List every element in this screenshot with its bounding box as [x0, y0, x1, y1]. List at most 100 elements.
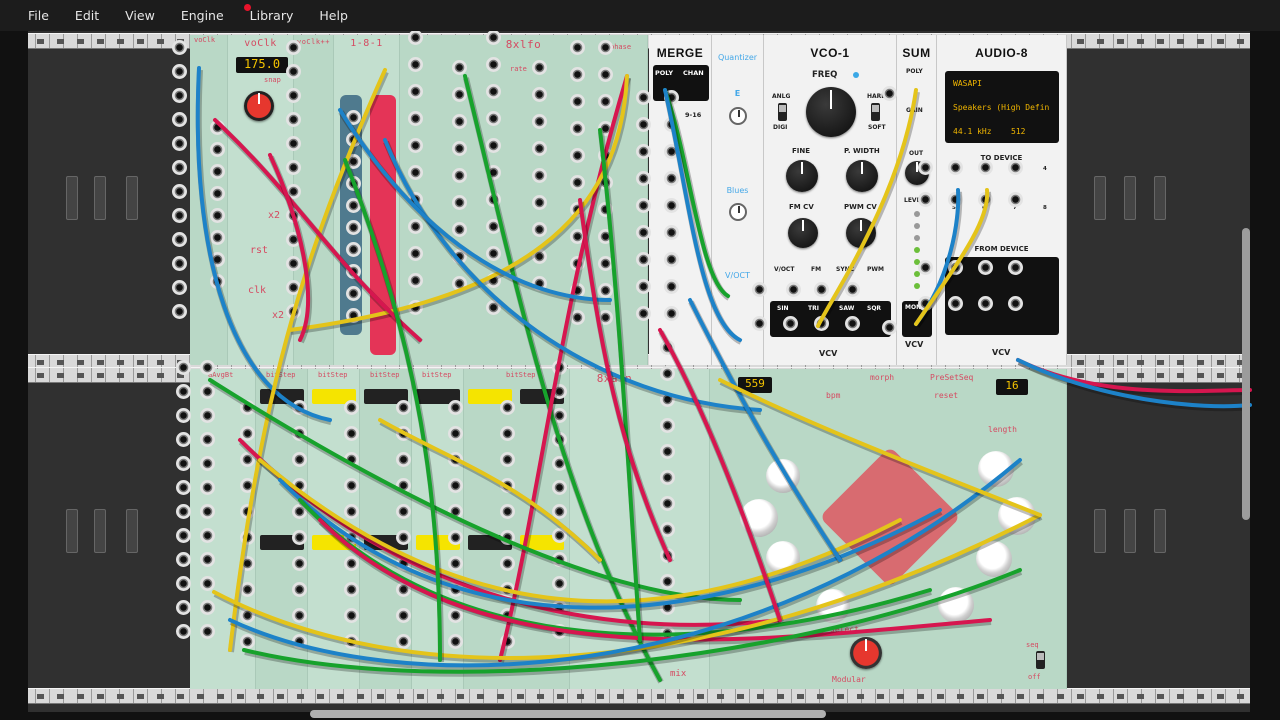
patch-jack[interactable]: [176, 480, 191, 495]
menu-file[interactable]: File: [28, 8, 49, 23]
patch-jack[interactable]: [210, 208, 225, 223]
module-voclk[interactable]: voClk 175.0 snap rst clk x2 x2: [228, 35, 294, 365]
patch-jack[interactable]: [978, 296, 993, 311]
patch-jack[interactable]: [552, 528, 567, 543]
patch-jack[interactable]: [598, 229, 613, 244]
tempo-knob[interactable]: [244, 91, 274, 121]
patch-jack[interactable]: [396, 478, 411, 493]
module-preset-seq[interactable]: 559 morph bpm reset PreSetSeq 16 length …: [710, 369, 1067, 689]
patch-jack[interactable]: [210, 142, 225, 157]
patch-jack[interactable]: [660, 470, 675, 485]
patch-jack[interactable]: [200, 408, 215, 423]
patch-jack[interactable]: [172, 40, 187, 55]
menu-engine[interactable]: Engine: [181, 8, 224, 23]
patch-jack[interactable]: [344, 530, 359, 545]
preset-knob[interactable]: [766, 459, 800, 493]
patch-jack[interactable]: [344, 504, 359, 519]
patch-jack[interactable]: [598, 148, 613, 163]
patch-jack[interactable]: [210, 164, 225, 179]
patch-jack[interactable]: [486, 84, 501, 99]
patch-jack[interactable]: [448, 452, 463, 467]
morph-pad[interactable]: [819, 446, 961, 588]
patch-jack[interactable]: [532, 87, 547, 102]
patch-jack[interactable]: [452, 60, 467, 75]
patch-jack[interactable]: [346, 308, 361, 323]
patch-jack[interactable]: [172, 184, 187, 199]
patch-jack[interactable]: [948, 160, 963, 175]
patch-jack[interactable]: [570, 67, 585, 82]
seq-off-switch[interactable]: [1036, 651, 1045, 669]
patch-jack[interactable]: [210, 120, 225, 135]
patch-jack[interactable]: [172, 136, 187, 151]
patch-jack[interactable]: [500, 400, 515, 415]
patch-jack[interactable]: [552, 360, 567, 375]
patch-jack[interactable]: [176, 408, 191, 423]
patch-jack[interactable]: [532, 195, 547, 210]
patch-jack[interactable]: [240, 478, 255, 493]
patch-jack[interactable]: [532, 276, 547, 291]
patch-jack[interactable]: [448, 556, 463, 571]
patch-jack[interactable]: [344, 478, 359, 493]
patch-jack[interactable]: [978, 260, 993, 275]
root-knob[interactable]: [729, 107, 747, 125]
patch-jack[interactable]: [660, 392, 675, 407]
patch-jack[interactable]: [292, 504, 307, 519]
patch-jack[interactable]: [346, 198, 361, 213]
patch-jack[interactable]: [978, 192, 993, 207]
scale-knob[interactable]: [729, 203, 747, 221]
patch-jack[interactable]: [346, 176, 361, 191]
patch-jack[interactable]: [292, 426, 307, 441]
patch-jack[interactable]: [210, 252, 225, 267]
patch-jack[interactable]: [978, 160, 993, 175]
patch-jack[interactable]: [664, 198, 679, 213]
patch-jack[interactable]: [452, 168, 467, 183]
patch-jack[interactable]: [918, 192, 933, 207]
patch-jack[interactable]: [176, 384, 191, 399]
preset-knob[interactable]: [816, 589, 850, 623]
patch-jack[interactable]: [176, 456, 191, 471]
patch-jack[interactable]: [396, 504, 411, 519]
patch-jack[interactable]: [344, 608, 359, 623]
patch-jack[interactable]: [636, 171, 651, 186]
patch-jack[interactable]: [500, 556, 515, 571]
patch-jack[interactable]: [570, 310, 585, 325]
patch-jack[interactable]: [210, 186, 225, 201]
patch-jack[interactable]: [344, 582, 359, 597]
menu-view[interactable]: View: [125, 8, 155, 23]
patch-jack[interactable]: [292, 634, 307, 649]
fine-knob[interactable]: [786, 160, 818, 192]
preset-knob[interactable]: [998, 497, 1036, 535]
patch-jack[interactable]: [346, 220, 361, 235]
patch-jack[interactable]: [486, 246, 501, 261]
patch-jack[interactable]: [408, 165, 423, 180]
patch-jack[interactable]: [176, 624, 191, 639]
patch-jack[interactable]: [598, 67, 613, 82]
patch-jack[interactable]: [660, 600, 675, 615]
patch-jack[interactable]: [452, 222, 467, 237]
patch-jack[interactable]: [660, 444, 675, 459]
patch-jack[interactable]: [752, 282, 767, 297]
patch-jack[interactable]: [200, 360, 215, 375]
patch-jack[interactable]: [292, 556, 307, 571]
patch-jack[interactable]: [1008, 296, 1023, 311]
patch-jack[interactable]: [570, 94, 585, 109]
patch-jack[interactable]: [660, 340, 675, 355]
patch-jack[interactable]: [292, 452, 307, 467]
sample-rate-select[interactable]: 44.1 kHz: [947, 121, 1007, 141]
patch-jack[interactable]: [552, 576, 567, 591]
patch-jack[interactable]: [292, 608, 307, 623]
patch-jack[interactable]: [570, 256, 585, 271]
patch-jack[interactable]: [210, 230, 225, 245]
patch-jack[interactable]: [532, 141, 547, 156]
patch-jack[interactable]: [292, 530, 307, 545]
patch-jack[interactable]: [346, 286, 361, 301]
patch-jack[interactable]: [500, 608, 515, 623]
patch-jack[interactable]: [240, 634, 255, 649]
preset-knob[interactable]: [740, 499, 778, 537]
patch-jack[interactable]: [882, 320, 897, 335]
patch-jack[interactable]: [344, 400, 359, 415]
patch-jack[interactable]: [200, 384, 215, 399]
patch-jack[interactable]: [240, 400, 255, 415]
patch-jack[interactable]: [408, 192, 423, 207]
patch-jack[interactable]: [176, 600, 191, 615]
